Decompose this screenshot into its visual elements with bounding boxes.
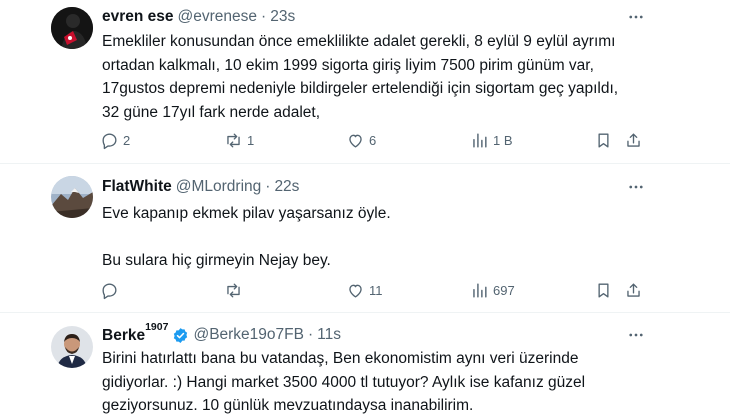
retweet-button[interactable] xyxy=(224,278,247,302)
tweet-header: FlatWhite @MLordring · 22s xyxy=(102,176,299,198)
tweet-text: Emekliler konusundan önce emeklilikte ad… xyxy=(102,33,619,121)
retweet-button[interactable]: 1 xyxy=(224,128,254,152)
reply-button[interactable] xyxy=(100,278,123,302)
display-name[interactable]: Berke1907 xyxy=(102,321,168,345)
share-icon xyxy=(627,132,640,147)
retweet-icon xyxy=(227,282,240,298)
retweet-icon xyxy=(227,132,240,148)
display-name-superscript: 1907 xyxy=(145,320,169,333)
bookmark-icon xyxy=(598,282,609,298)
more-icon[interactable] xyxy=(625,176,647,198)
views-icon xyxy=(473,132,487,148)
tweet-header: evren ese @evrenese · 23s xyxy=(102,6,295,28)
display-name-text: Berke xyxy=(102,327,146,345)
timestamp[interactable]: 23s xyxy=(270,8,295,26)
display-name[interactable]: FlatWhite xyxy=(102,178,172,196)
views-button[interactable]: 1 B xyxy=(470,128,513,152)
avatar-image xyxy=(51,326,93,368)
verified-icon[interactable] xyxy=(172,327,189,344)
reply-icon xyxy=(102,282,117,299)
views-icon xyxy=(473,282,487,298)
more-icon[interactable] xyxy=(625,6,647,28)
tweet[interactable]: evren ese @evrenese · 23s Emekliler konu… xyxy=(0,0,730,160)
avatar-image xyxy=(51,176,93,218)
share-button[interactable] xyxy=(624,128,643,152)
avatar[interactable] xyxy=(51,7,93,49)
bookmark-icon xyxy=(598,132,609,148)
reply-count: 2 xyxy=(123,132,131,148)
separator-dot: · xyxy=(265,178,271,195)
like-count: 6 xyxy=(369,132,377,148)
timestamp[interactable]: 11s xyxy=(317,326,341,344)
user-handle[interactable]: @Berke19o7FB xyxy=(193,326,304,344)
view-count: 697 xyxy=(493,282,515,298)
like-count: 11 xyxy=(369,282,383,298)
tweet-header: Berke1907 @Berke19o7FB · 11s xyxy=(102,321,341,346)
avatar[interactable] xyxy=(51,176,93,218)
timestamp[interactable]: 22s xyxy=(274,178,299,196)
user-handle[interactable]: @evrenese xyxy=(178,8,258,26)
like-button[interactable]: 6 xyxy=(346,128,376,152)
tweet[interactable]: Berke1907 @Berke19o7FB · 11s Birini hatı… xyxy=(0,313,730,420)
action-bar: 11 697 xyxy=(100,278,650,302)
tweet-text: Eve kapanıp ekmek pilav yaşarsanız öyle.… xyxy=(102,205,391,269)
separator-dot: · xyxy=(261,8,267,25)
tweet-text: Birini hatırlattı bana bu vatandaş, Ben … xyxy=(102,350,586,414)
action-bar: 2 1 6 1 B xyxy=(100,128,650,152)
reply-icon xyxy=(102,132,117,149)
avatar-image xyxy=(51,7,93,49)
like-icon xyxy=(349,284,362,298)
more-icon[interactable] xyxy=(625,324,647,346)
reply-button[interactable]: 2 xyxy=(100,128,130,152)
share-button[interactable] xyxy=(624,278,643,302)
tweet[interactable]: FlatWhite @MLordring · 22s Eve kapanıp e… xyxy=(0,164,730,312)
like-button[interactable]: 11 xyxy=(346,278,383,302)
user-handle[interactable]: @MLordring xyxy=(176,178,262,196)
view-count: 1 B xyxy=(493,132,513,148)
bookmark-button[interactable] xyxy=(594,278,613,302)
share-icon xyxy=(627,282,640,297)
views-button[interactable]: 697 xyxy=(470,278,515,302)
bookmark-button[interactable] xyxy=(594,128,613,152)
display-name[interactable]: evren ese xyxy=(102,8,174,26)
avatar[interactable] xyxy=(51,326,93,368)
separator-dot: · xyxy=(307,326,314,343)
retweet-count: 1 xyxy=(247,132,255,148)
like-icon xyxy=(349,134,362,148)
